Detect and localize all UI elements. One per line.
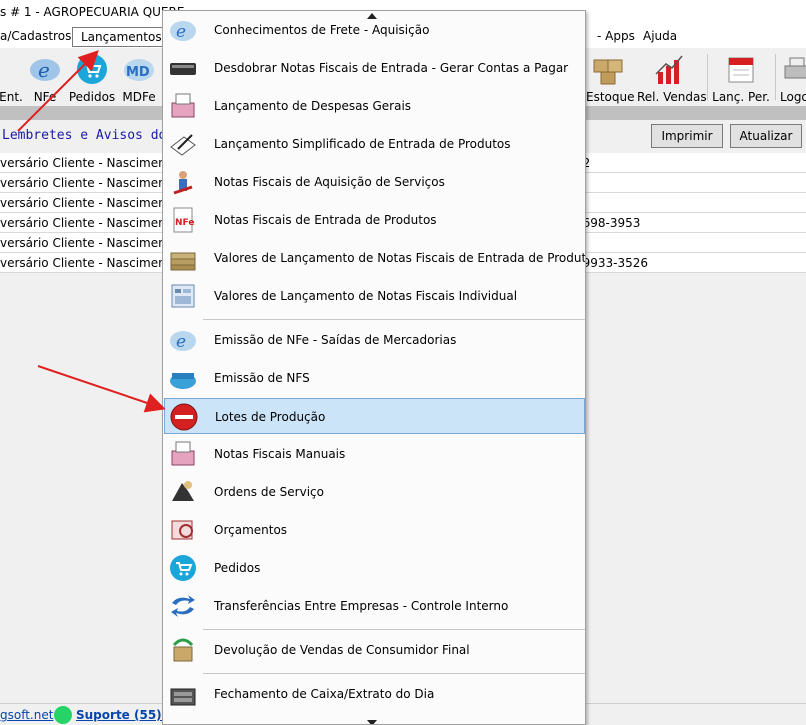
site-link[interactable]: gsoft.net	[0, 708, 53, 722]
menu-item-label: Lançamento Simplificado de Entrada de Pr…	[214, 137, 511, 151]
budget-icon	[171, 520, 193, 540]
print-button[interactable]: Imprimir	[651, 124, 723, 148]
svg-text:NFe: NFe	[175, 218, 194, 228]
cash-register-icon	[170, 688, 196, 706]
menu-item-notas-manuais[interactable]: Notas Fiscais Manuais	[164, 436, 585, 472]
menu-item-label: Devolução de Vendas de Consumidor Final	[214, 643, 470, 657]
refresh-button[interactable]: Atualizar	[730, 124, 802, 148]
money-stack-icon	[170, 252, 196, 271]
toolbar-rel-vendas-button[interactable]: Rel. Vendas	[637, 50, 707, 106]
toolbar-logo-button[interactable]: Logo	[780, 50, 806, 106]
whatsapp-icon[interactable]	[54, 706, 72, 724]
printer-pink-icon	[171, 441, 195, 466]
menu-item-label: Notas Fiscais de Entrada de Produtos	[214, 213, 437, 227]
menu-item-label: Orçamentos	[214, 523, 288, 537]
toolbar-logo-label: Logo	[780, 90, 806, 104]
toolbar-mdfe-label: MDFe	[122, 90, 156, 104]
svg-text:MD: MD	[126, 65, 150, 80]
printer-pink-icon	[171, 93, 195, 118]
menu-item-lotes-producao[interactable]: Lotes de Produção	[164, 398, 585, 434]
menu-item-emissao-nfe[interactable]: e Emissão de NFe - Saídas de Mercadorias	[164, 322, 585, 358]
menu-item-ordens-servico[interactable]: Ordens de Serviço	[164, 474, 585, 510]
menu-item-label: Conhecimentos de Frete - Aquisição	[214, 23, 430, 37]
menu-item-valores-lancamento-individual[interactable]: Valores de Lançamento de Notas Fiscais I…	[164, 278, 585, 314]
return-box-icon	[172, 638, 194, 662]
toolbar-estoque-label: Estoque	[586, 90, 635, 104]
menu-item-label: Valores de Lançamento de Notas Fiscais I…	[214, 289, 518, 303]
menu-cadastros[interactable]: a/Cadastros	[0, 27, 79, 47]
menu-separator	[203, 673, 585, 674]
menu-item-label: Notas Fiscais Manuais	[214, 447, 346, 461]
toolbar-estoque-button[interactable]: Estoque	[586, 50, 635, 106]
toolbar-lanc-per-button[interactable]: Lanç. Per.	[712, 50, 770, 106]
nfs-logo-icon	[170, 373, 196, 389]
menu-item-label: Emissão de NFe - Saídas de Mercadorias	[214, 333, 457, 347]
menu-item-label: Lançamento de Despesas Gerais	[214, 99, 412, 113]
document-pen-icon	[170, 134, 196, 156]
menu-item-label: Lotes de Produção	[215, 410, 326, 424]
menu-item-devolucao-vendas[interactable]: Devolução de Vendas de Consumidor Final	[164, 632, 585, 668]
menu-item-pedidos[interactable]: Pedidos	[164, 550, 585, 586]
menu-item-orcamentos[interactable]: Orçamentos	[164, 512, 585, 548]
menu-item-label: Pedidos	[214, 561, 261, 575]
nfe-e-icon: e	[30, 58, 60, 82]
menu-item-conhecimentos-frete[interactable]: e Conhecimentos de Frete - Aquisição	[164, 12, 585, 48]
toolbar-ent-button[interactable]: Ent.	[0, 50, 26, 106]
svg-text:e: e	[176, 22, 186, 42]
menu-item-label: Notas Fiscais de Aquisição de Serviços	[214, 175, 445, 189]
production-red-icon	[170, 403, 198, 431]
toolbar-lanc-per-label: Lanç. Per.	[712, 90, 770, 104]
calendar-icon	[728, 57, 754, 83]
panel-title: Lembretes e Avisos do S	[2, 128, 183, 143]
menu-item-label: Emissão de NFS	[214, 371, 310, 385]
menu-item-label: Fechamento de Caixa/Extrato do Dia	[214, 687, 435, 701]
shopping-cart-icon	[170, 555, 196, 581]
service-tools-icon	[173, 171, 193, 195]
service-order-icon	[172, 481, 194, 501]
toolbar-nfe-label: NFe	[33, 90, 57, 104]
nfe-document-icon: NFe	[173, 207, 194, 233]
menu-item-emissao-nfs[interactable]: Emissão de NFS	[164, 360, 585, 396]
menu-lancamentos[interactable]: Lançamentos	[72, 27, 171, 47]
svg-text:e: e	[38, 58, 50, 82]
window-title: s # 1 - AGROPECUARIA QUERE	[0, 5, 185, 19]
menu-item-label: Valores de Lançamento de Notas Fiscais d…	[214, 251, 586, 265]
toolbar-mdfe-button[interactable]: MD MDFe	[120, 50, 158, 106]
menu-item-despesas-gerais[interactable]: Lançamento de Despesas Gerais	[164, 88, 585, 124]
menu-item-lancamento-simplificado[interactable]: Lançamento Simplificado de Entrada de Pr…	[164, 126, 585, 162]
menu-item-transferencias[interactable]: Transferências Entre Empresas - Controle…	[164, 588, 585, 624]
toolbar-rel-vendas-label: Rel. Vendas	[637, 90, 707, 104]
boxes-icon	[593, 59, 623, 85]
transfer-arrows-icon	[171, 595, 195, 617]
menu-ajuda[interactable]: Ajuda	[635, 27, 685, 47]
menu-separator	[203, 629, 585, 630]
calculator-sheet-icon	[171, 284, 195, 308]
lancamentos-dropdown-menu: e Conhecimentos de Frete - Aquisição Des…	[162, 10, 586, 725]
menu-item-label: Desdobrar Notas Fiscais de Entrada - Ger…	[214, 61, 569, 75]
menu-item-aquisicao-servicos[interactable]: Notas Fiscais de Aquisição de Serviços	[164, 164, 585, 200]
toolbar-pedidos-button[interactable]: Pedidos	[68, 50, 116, 106]
menu-item-notas-entrada-produtos[interactable]: NFe Notas Fiscais de Entrada de Produtos	[164, 202, 585, 238]
svg-text:e: e	[176, 332, 186, 352]
toolbar-nfe-button[interactable]: e NFe	[28, 50, 62, 106]
shopping-cart-icon	[77, 54, 107, 84]
printer-icon	[784, 57, 806, 79]
bar-chart-icon	[655, 55, 683, 84]
menu-item-label: Ordens de Serviço	[214, 485, 324, 499]
menu-item-label: Transferências Entre Empresas - Controle…	[214, 599, 509, 613]
menu-item-fechamento-caixa[interactable]: Fechamento de Caixa/Extrato do Dia	[164, 676, 585, 712]
toolbar-ent-label: Ent.	[0, 90, 23, 104]
toolbar-separator	[775, 54, 776, 100]
toolbar-separator	[707, 54, 708, 100]
scanner-icon	[170, 63, 196, 75]
menu-separator	[203, 319, 585, 320]
scroll-down-icon[interactable]	[367, 720, 377, 724]
nfe-e-icon: e	[170, 21, 196, 42]
menu-item-valores-lancamento-entrada[interactable]: Valores de Lançamento de Notas Fiscais d…	[164, 240, 585, 276]
mdfe-icon: MD	[124, 59, 154, 81]
toolbar-pedidos-label: Pedidos	[68, 90, 116, 104]
menu-item-desdobrar-notas[interactable]: Desdobrar Notas Fiscais de Entrada - Ger…	[164, 50, 585, 86]
nfe-e-icon: e	[170, 331, 196, 352]
